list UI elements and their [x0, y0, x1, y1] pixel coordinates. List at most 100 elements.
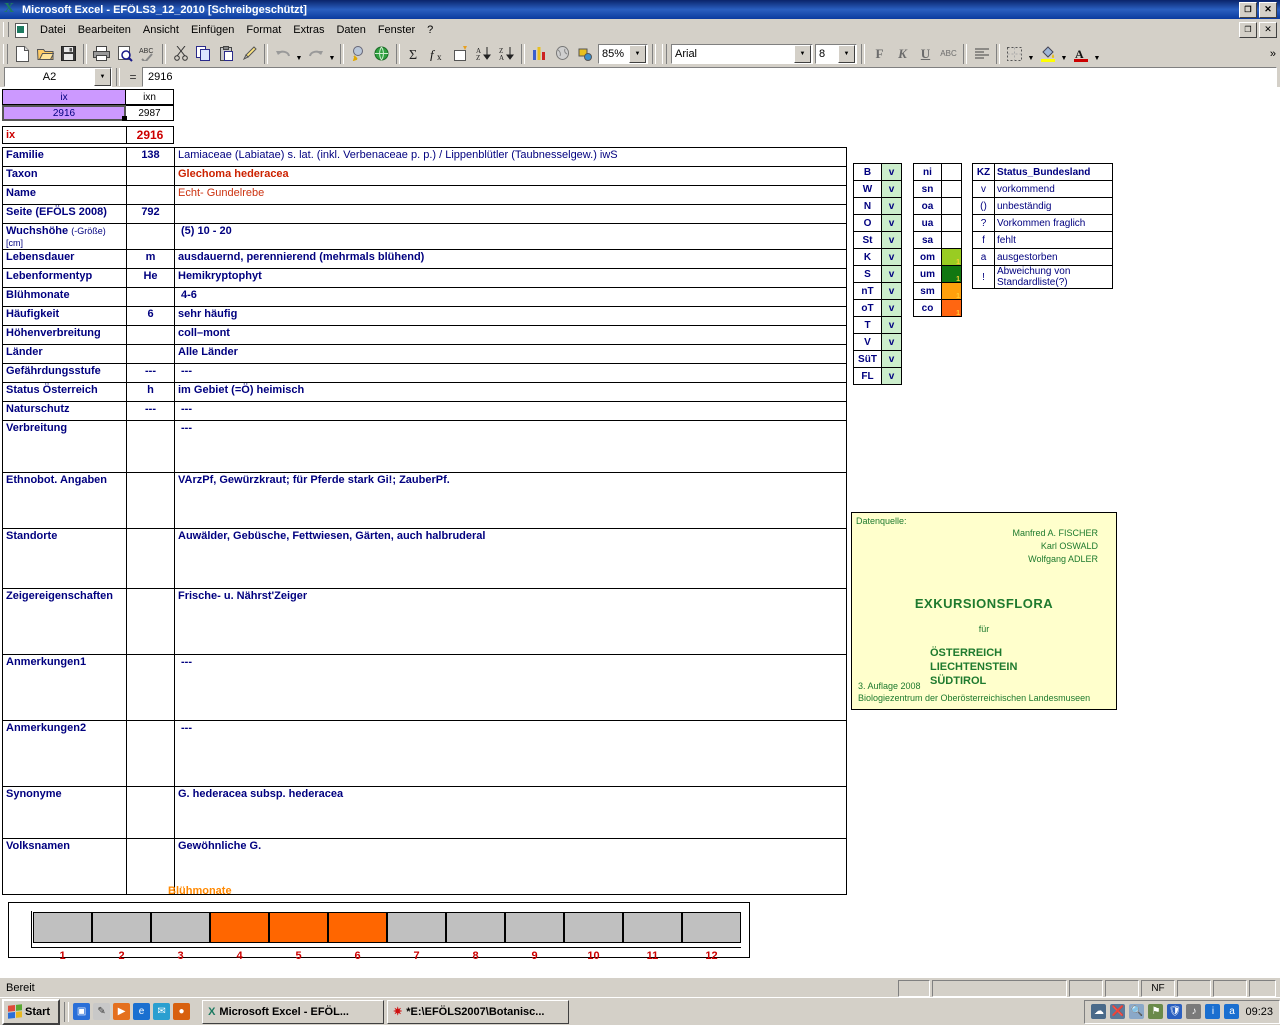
- open-icon[interactable]: [34, 43, 57, 65]
- row-value[interactable]: Echt- Gundelrebe: [174, 185, 847, 205]
- start-button[interactable]: Start: [2, 998, 61, 1025]
- altitude-code-key[interactable]: om: [913, 248, 942, 266]
- row-label[interactable]: Synonyme: [2, 786, 127, 839]
- firefox-icon[interactable]: ●: [173, 1003, 191, 1020]
- row-code[interactable]: 6: [126, 306, 175, 326]
- undo-icon[interactable]: [271, 43, 294, 65]
- row-label[interactable]: Gefährdungsstufe: [2, 363, 127, 383]
- altitude-code-swatch[interactable]: [941, 180, 962, 198]
- function-icon[interactable]: fx: [426, 43, 449, 65]
- menu-item-format[interactable]: Format: [240, 22, 287, 38]
- row-code[interactable]: He: [126, 268, 175, 288]
- region-code-value[interactable]: v: [881, 367, 902, 385]
- row-code[interactable]: [126, 528, 175, 589]
- new-icon[interactable]: [11, 43, 34, 65]
- hyperlink-icon[interactable]: [347, 43, 370, 65]
- row-code[interactable]: ---: [126, 363, 175, 383]
- row-value[interactable]: ---: [174, 420, 847, 473]
- align-left-icon[interactable]: [970, 43, 993, 65]
- row-value[interactable]: ausdauernd, perennierend (mehrmals blühe…: [174, 249, 847, 269]
- copy-icon[interactable]: [192, 43, 215, 65]
- altitude-code-key[interactable]: um: [913, 265, 942, 283]
- redo-icon[interactable]: [304, 43, 327, 65]
- sort-desc-icon[interactable]: ZA: [495, 43, 518, 65]
- row-value[interactable]: ---: [174, 401, 847, 421]
- menu-item-einfuegen[interactable]: Einfügen: [185, 22, 240, 38]
- row-label[interactable]: Familie: [2, 147, 127, 167]
- font-name-dropdown-icon[interactable]: ▼: [794, 44, 811, 63]
- row-label[interactable]: Länder: [2, 344, 127, 364]
- task-button-document[interactable]: ✷ *E:\EFÖLS2007\Botanisc...: [387, 999, 570, 1024]
- redo-dropdown-icon[interactable]: ▼: [327, 40, 337, 68]
- row-code[interactable]: ---: [126, 401, 175, 421]
- connection-error-icon[interactable]: ⚑: [1148, 1004, 1164, 1019]
- altitude-code-key[interactable]: sm: [913, 282, 942, 300]
- region-code-key[interactable]: O: [853, 214, 882, 232]
- row-value[interactable]: Hemikryptophyt: [174, 268, 847, 288]
- altitude-code-key[interactable]: ni: [913, 163, 942, 181]
- region-code-value[interactable]: v: [881, 180, 902, 198]
- outlook-icon[interactable]: ✉: [153, 1003, 171, 1020]
- row-code[interactable]: [126, 720, 175, 787]
- row-label[interactable]: Höhenverbreitung: [2, 325, 127, 345]
- task-button-excel[interactable]: X Microsoft Excel - EFÖL...: [202, 999, 385, 1024]
- borders-dropdown-icon[interactable]: ▼: [1026, 40, 1036, 68]
- bold-button[interactable]: F: [868, 43, 891, 65]
- row-code[interactable]: [126, 223, 175, 250]
- row-value[interactable]: G. hederacea subsp. hederacea: [174, 786, 847, 839]
- row-code[interactable]: 138: [126, 147, 175, 167]
- row-value[interactable]: sehr häufig: [174, 306, 847, 326]
- row-code[interactable]: [126, 325, 175, 345]
- region-code-key[interactable]: N: [853, 197, 882, 215]
- region-code-key[interactable]: V: [853, 333, 882, 351]
- region-code-value[interactable]: v: [881, 316, 902, 334]
- selection-fill-handle[interactable]: [122, 116, 127, 121]
- altitude-code-swatch[interactable]: 1: [941, 248, 962, 266]
- fill-color-icon[interactable]: [1036, 43, 1059, 65]
- row-value[interactable]: Alle Länder: [174, 344, 847, 364]
- map-icon[interactable]: [551, 43, 574, 65]
- altitude-code-swatch[interactable]: [941, 231, 962, 249]
- region-code-value[interactable]: v: [881, 265, 902, 283]
- font-size-dropdown-icon[interactable]: ▼: [838, 44, 855, 63]
- ix-red-label[interactable]: ix: [2, 126, 126, 144]
- menu-item-datei[interactable]: Datei: [34, 22, 72, 38]
- notepad-icon[interactable]: ✎: [93, 1003, 111, 1020]
- name-box[interactable]: A2 ▼: [4, 67, 112, 87]
- document-icon[interactable]: [13, 21, 30, 38]
- row-label[interactable]: Anmerkungen1: [2, 654, 127, 721]
- toolbar-gripper-1[interactable]: [3, 43, 8, 64]
- toolbar-gripper-2[interactable]: [662, 43, 667, 64]
- font-color-icon[interactable]: A: [1069, 43, 1092, 65]
- row-value[interactable]: ---: [174, 654, 847, 721]
- row-code[interactable]: [126, 166, 175, 186]
- ix-header-cell[interactable]: ix: [2, 89, 126, 105]
- row-value[interactable]: Gewöhnliche G.: [174, 838, 847, 895]
- region-code-key[interactable]: T: [853, 316, 882, 334]
- font-name-combo[interactable]: Arial ▼: [671, 43, 813, 64]
- sort-asc-icon[interactable]: AZ: [472, 43, 495, 65]
- menu-item-fenster[interactable]: Fenster: [372, 22, 421, 38]
- menu-item-extras[interactable]: Extras: [287, 22, 330, 38]
- zoom-dropdown-icon[interactable]: ▼: [629, 44, 646, 63]
- print-preview-icon[interactable]: [113, 43, 136, 65]
- region-code-key[interactable]: K: [853, 248, 882, 266]
- region-code-key[interactable]: FL: [853, 367, 882, 385]
- region-code-key[interactable]: St: [853, 231, 882, 249]
- shield-icon[interactable]: 🛡: [1167, 1004, 1183, 1019]
- row-code[interactable]: [126, 185, 175, 205]
- info-icon[interactable]: i: [1205, 1004, 1221, 1019]
- region-code-value[interactable]: v: [881, 299, 902, 317]
- network-disconnected-icon[interactable]: ❌: [1110, 1004, 1126, 1019]
- volume-icon[interactable]: ♪: [1186, 1004, 1202, 1019]
- row-label[interactable]: Taxon: [2, 166, 127, 186]
- region-code-key[interactable]: SüT: [853, 350, 882, 368]
- underline-button[interactable]: U: [914, 43, 937, 65]
- row-code[interactable]: h: [126, 382, 175, 402]
- toolbar-overflow-icon[interactable]: »: [1270, 48, 1280, 60]
- row-code[interactable]: [126, 786, 175, 839]
- ixn-header-cell[interactable]: ixn: [126, 89, 174, 105]
- undo-dropdown-icon[interactable]: ▼: [294, 40, 304, 68]
- media-player-icon[interactable]: ▶: [113, 1003, 131, 1020]
- cut-icon[interactable]: [169, 43, 192, 65]
